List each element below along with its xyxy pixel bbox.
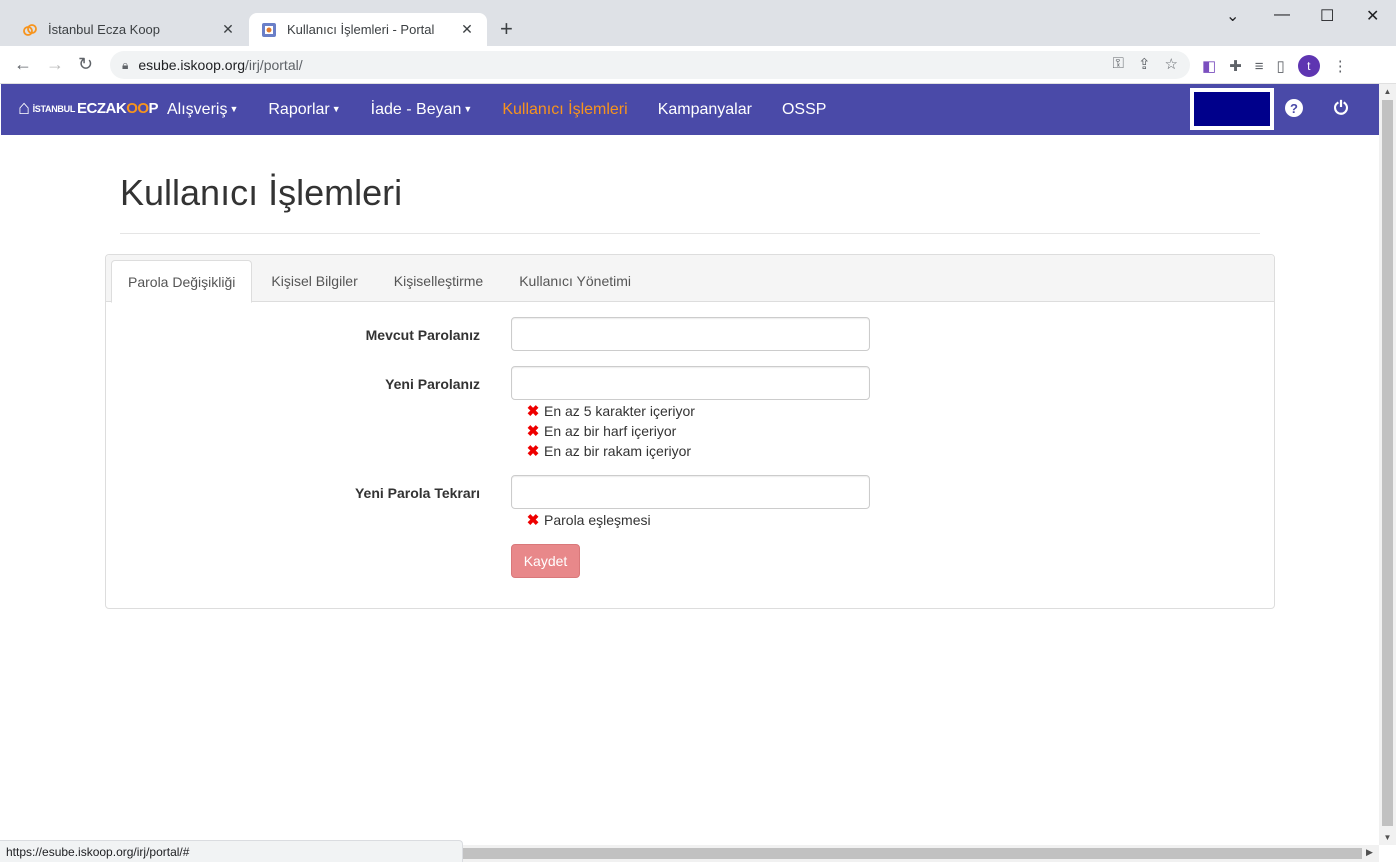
scrollbar-thumb[interactable] (1382, 100, 1393, 826)
tab-kullanici-yonetimi[interactable]: Kullanıcı Yönetimi (502, 260, 648, 302)
help-icon[interactable]: ? (1285, 99, 1303, 117)
brand-main: ECZAK (77, 100, 127, 117)
nav-item-iade-beyan[interactable]: İade - Beyan ▼ (371, 101, 473, 119)
new-password-label: Yeni Parolanız (385, 376, 480, 392)
vertical-scrollbar[interactable]: ▲ ▼ (1379, 84, 1396, 845)
reload-icon[interactable]: ↻ (78, 54, 93, 75)
url-host: esube.iskoop.org (138, 57, 246, 73)
nav-item-kullanici-islemleri[interactable]: Kullanıcı İşlemleri (502, 101, 627, 119)
tab-parola-degisikligi[interactable]: Parola Değişikliği (111, 260, 253, 303)
portal-icon (261, 22, 277, 38)
password-rule: ✖ En az 5 karakter içeriyor (526, 402, 695, 420)
current-password-label: Mevcut Parolanız (365, 327, 480, 343)
browser-tabstrip: İstanbul Ecza Koop ✕ Kullanıcı İşlemleri… (0, 0, 1396, 46)
house-icon: ⌂ (18, 97, 30, 119)
title-divider (120, 233, 1260, 234)
page-title: Kullanıcı İşlemleri (120, 172, 403, 213)
repeat-password-label: Yeni Parola Tekrarı (354, 485, 480, 501)
avatar[interactable]: t (1297, 55, 1320, 77)
caret-down-icon: ▼ (331, 104, 341, 115)
new-tab-icon[interactable]: + (500, 18, 513, 40)
nav-item-ossp[interactable]: OSSP (782, 101, 826, 119)
nav-item-alisveris[interactable]: Alışveriş ▼ (167, 101, 238, 119)
repeat-password-input[interactable] (511, 475, 870, 509)
cross-icon: ✖ (526, 512, 540, 529)
nav-menu: Alışveriş ▼ Raporlar ▼ İade - Beyan ▼ Kulla… (167, 84, 856, 135)
star-icon[interactable]: ☆ (1165, 55, 1178, 73)
nav-item-label: Raporlar (268, 100, 330, 118)
caret-down-icon: ▼ (463, 104, 473, 115)
lock-icon: 🔒︎ (122, 57, 129, 72)
brand-end: P (148, 100, 159, 117)
visual-studio-icon[interactable]: ◧ (1202, 57, 1216, 75)
brand-logo[interactable]: ⌂ İSTANBUL ECZAK OO P (18, 97, 159, 120)
brand-small: İSTANBUL (32, 103, 76, 114)
browser-tab-istanbul-ecza[interactable]: İstanbul Ecza Koop ✕ (10, 13, 248, 46)
power-icon[interactable]: ⏻ (1331, 98, 1351, 118)
brand-oo: OO (126, 100, 149, 117)
caret-down-icon: ▼ (229, 104, 239, 115)
password-rule-text: En az bir rakam içeriyor (544, 443, 692, 459)
password-rule-text: Parola eşleşmesi (544, 512, 651, 528)
menu-icon[interactable]: ⋮ (1333, 57, 1348, 75)
media-icon[interactable]: ≡ (1255, 58, 1264, 75)
browser-toolbar: ← → ↻ 🔒︎ esube.iskoop.org/irj/portal/ ⚿ … (0, 46, 1396, 84)
nav-item-raporlar[interactable]: Raporlar ▼ (268, 101, 340, 119)
save-button[interactable]: Kaydet (511, 544, 580, 578)
link-icon (22, 22, 38, 38)
sidepanel-icon[interactable]: ▯ (1277, 57, 1285, 75)
scroll-up-icon[interactable]: ▲ (1379, 87, 1396, 96)
user-box-fill (1194, 92, 1270, 126)
tab-kisisellestirme[interactable]: Kişiselleştirme (377, 260, 500, 302)
address-bar[interactable]: 🔒︎ esube.iskoop.org/irj/portal/ ⚿ ⇪ ☆ (110, 51, 1190, 79)
scroll-down-icon[interactable]: ▼ (1379, 833, 1396, 842)
tab-search-icon[interactable]: ⌄ (1226, 6, 1239, 26)
window-close-icon[interactable]: ✕ (1366, 6, 1379, 26)
browser-tab-title: İstanbul Ecza Koop (48, 22, 161, 37)
user-box (1190, 88, 1274, 130)
password-rule-text: En az 5 karakter içeriyor (544, 403, 695, 419)
status-bar-url: https://esube.iskoop.org/irj/portal/# (0, 840, 463, 862)
nav-item-label: İade - Beyan (370, 100, 462, 118)
share-icon[interactable]: ⇪ (1138, 55, 1151, 73)
current-password-input[interactable] (511, 317, 870, 351)
password-rule: ✖ En az bir rakam içeriyor (526, 442, 691, 460)
scrollbar-thumb[interactable] (463, 848, 1362, 859)
user-settings-panel: Parola Değişikliği Kişisel Bilgiler Kişi… (105, 254, 1275, 609)
url-path: /irj/portal/ (245, 57, 303, 73)
browser-tab-title: Kullanıcı İşlemleri - Portal (287, 22, 435, 37)
forward-icon[interactable]: → (46, 54, 64, 75)
close-icon[interactable]: ✕ (459, 21, 475, 38)
cross-icon: ✖ (526, 423, 540, 440)
browser-tab-portal[interactable]: Kullanıcı İşlemleri - Portal ✕ (249, 13, 487, 46)
tab-kisisel-bilgiler[interactable]: Kişisel Bilgiler (254, 260, 374, 302)
cross-icon: ✖ (526, 403, 540, 420)
scroll-right-icon[interactable]: ▶ (1366, 847, 1373, 858)
nav-item-label: Alışveriş (167, 100, 228, 118)
close-icon[interactable]: ✕ (220, 21, 236, 38)
app-navbar: ⌂ İSTANBUL ECZAK OO P Alışveriş ▼ Raporlar ▼… (1, 84, 1379, 135)
new-password-input[interactable] (511, 366, 870, 400)
cross-icon: ✖ (526, 443, 540, 460)
password-rule-text: En az bir harf içeriyor (544, 423, 677, 439)
password-rule: ✖ En az bir harf içeriyor (526, 422, 677, 440)
nav-item-kampanyalar[interactable]: Kampanyalar (658, 101, 752, 119)
extension-icon[interactable]: ✚ (1229, 57, 1242, 75)
password-match-rule: ✖ Parola eşleşmesi (526, 511, 651, 529)
minimize-icon[interactable]: — (1274, 6, 1290, 24)
back-icon[interactable]: ← (14, 54, 32, 75)
maximize-icon[interactable]: ☐ (1320, 6, 1334, 26)
panel-tabs-header: Parola Değişikliği Kişisel Bilgiler Kişi… (106, 255, 1274, 303)
key-icon[interactable]: ⚿ (1113, 55, 1124, 73)
